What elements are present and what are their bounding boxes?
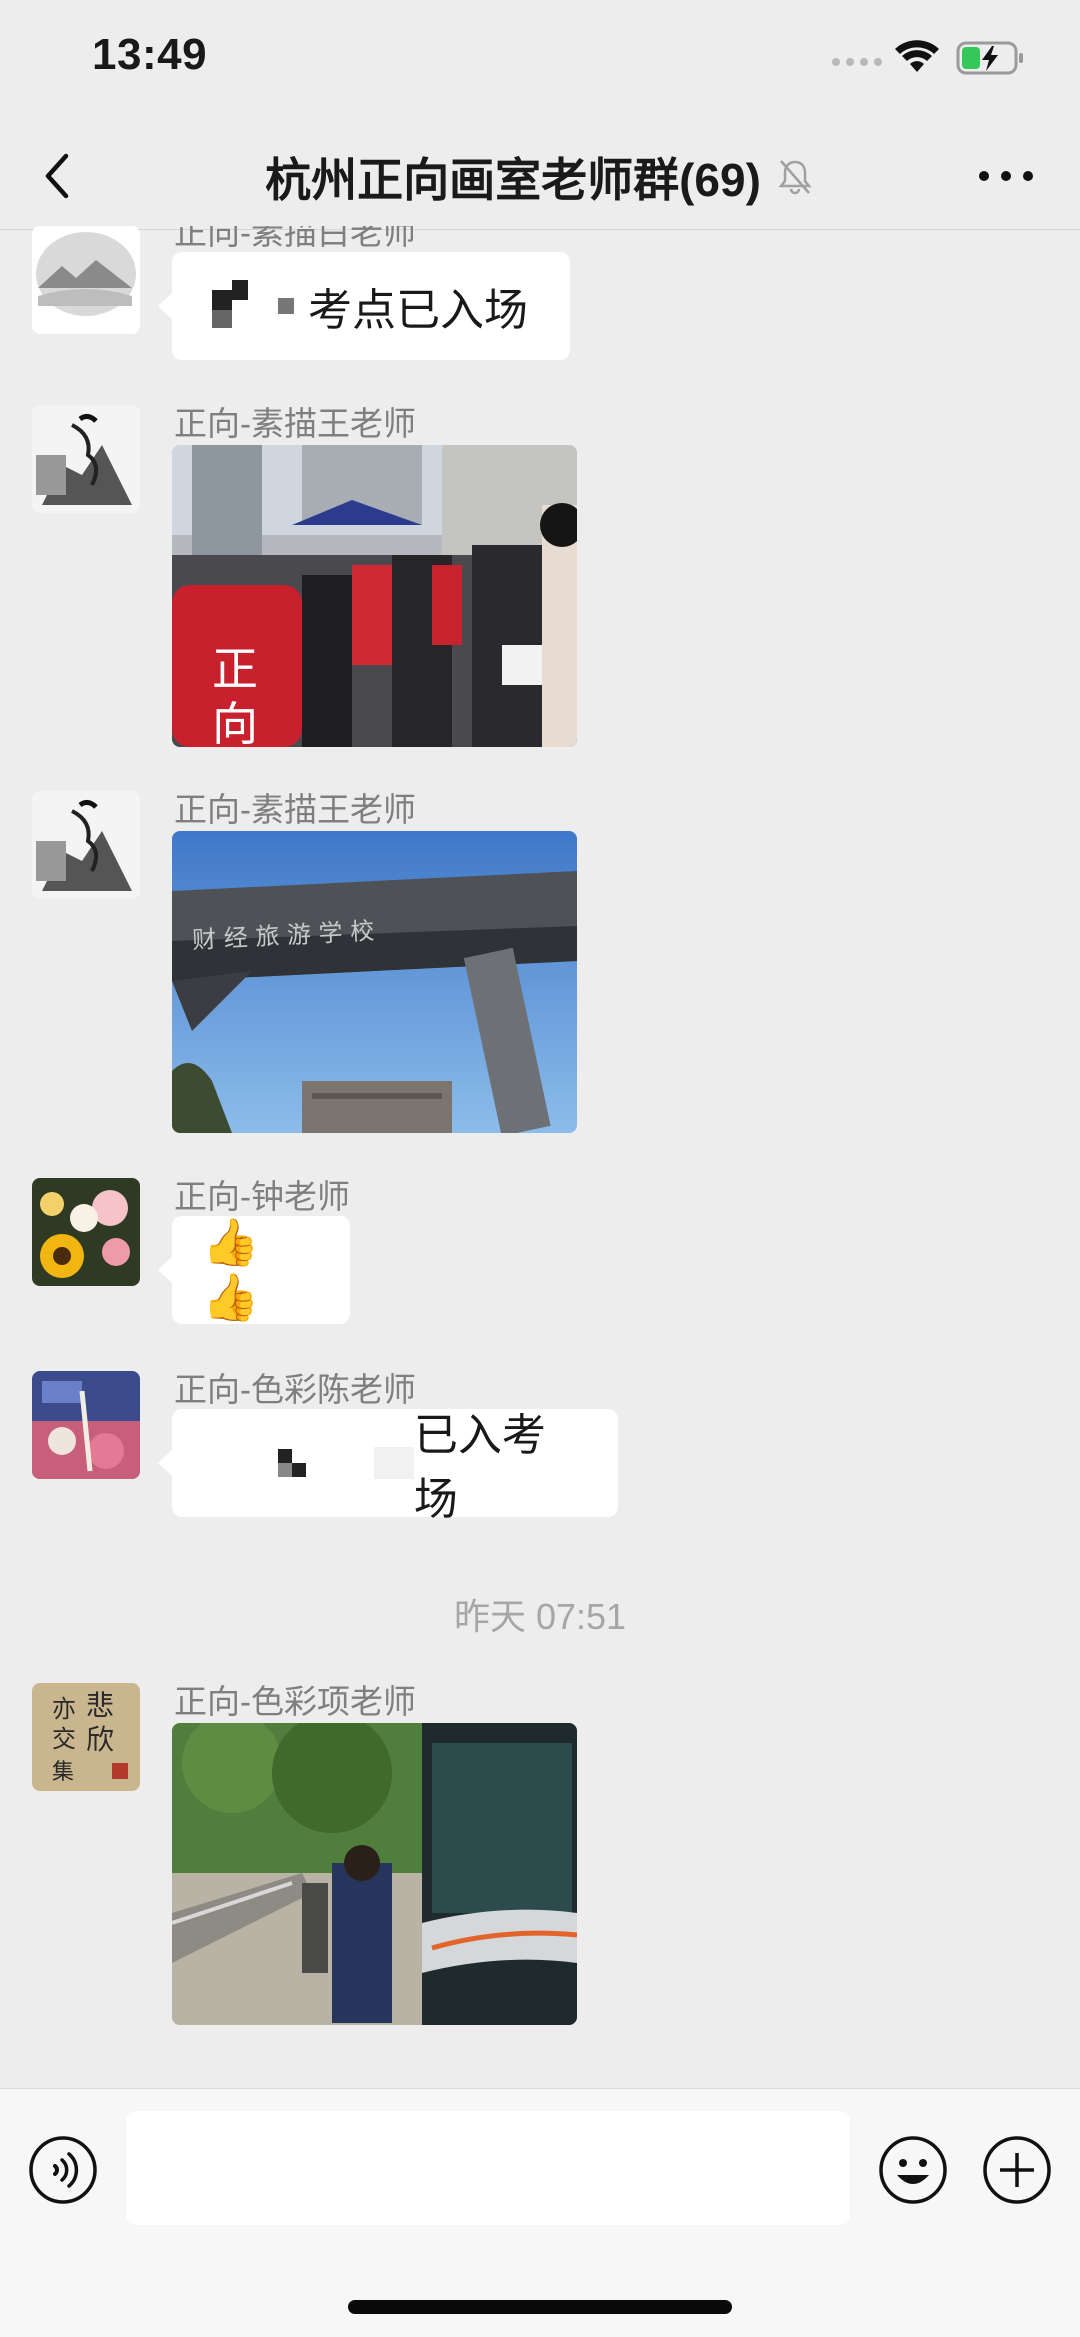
svg-text:交: 交 [52,1725,76,1753]
sender-name: 正向-色彩陈老师 [174,1371,416,1408]
svg-text:悲: 悲 [86,1689,114,1722]
mute-bell-icon [778,160,812,195]
sender-name: 正向-素描王老师 [174,405,416,442]
avatar[interactable] [32,226,140,334]
message-bubble[interactable]: 👍👍 [158,1215,350,1324]
status-time: 13:49 [92,30,208,79]
message-bubble[interactable]: 考点已入场 [158,252,570,360]
svg-text:亦: 亦 [52,1695,76,1723]
svg-text:正: 正 [212,642,258,696]
avatar[interactable] [32,405,140,513]
status-bar: 13:49 [0,0,1080,120]
avatar[interactable] [32,1178,140,1286]
chat-title: 杭州正向画室老师群(69) [265,154,761,206]
wifi-icon [895,40,939,72]
add-icon[interactable] [982,2135,1052,2205]
blurred-name [232,1433,414,1493]
sender-name: 正向-素描王老师 [174,791,416,828]
signal-icon [832,58,882,66]
thumbs-up-emoji: 👍👍 [202,1215,260,1324]
more-options-icon[interactable] [976,164,1036,188]
sender-name: 正向-色彩项老师 [174,1683,416,1720]
students-queue-photo[interactable]: 正 向 [172,445,577,747]
avatar[interactable] [32,1371,140,1479]
chat-header: 杭州正向画室老师群(69) [0,120,1080,230]
bus-station-photo[interactable] [172,1723,577,2025]
svg-text:向: 向 [212,697,258,747]
home-indicator [348,2300,732,2314]
emoji-icon[interactable] [878,2135,948,2205]
time-divider: 昨天 07:51 [453,1596,627,1637]
message-bubble[interactable]: 已入考场 [158,1409,618,1524]
voice-input-icon[interactable] [28,2135,98,2205]
chat-title-wrapper: 杭州正向画室老师群(69) [0,144,1080,210]
school-gate-photo[interactable]: 财 经 旅 游 学 校 [172,831,577,1133]
blurred-name [208,276,304,336]
svg-text:欣: 欣 [86,1723,114,1756]
avatar[interactable]: 悲 欣 亦 交 集 [32,1683,140,1791]
sender-name: 正向-钟老师 [174,1178,350,1215]
message-text: 已入考场 [413,1411,546,1524]
message-text: 考点已入场 [308,286,528,335]
avatar[interactable] [32,791,140,899]
battery-charging-icon [956,41,1023,75]
svg-text:集: 集 [52,1760,74,1785]
message-input[interactable] [126,2111,850,2225]
